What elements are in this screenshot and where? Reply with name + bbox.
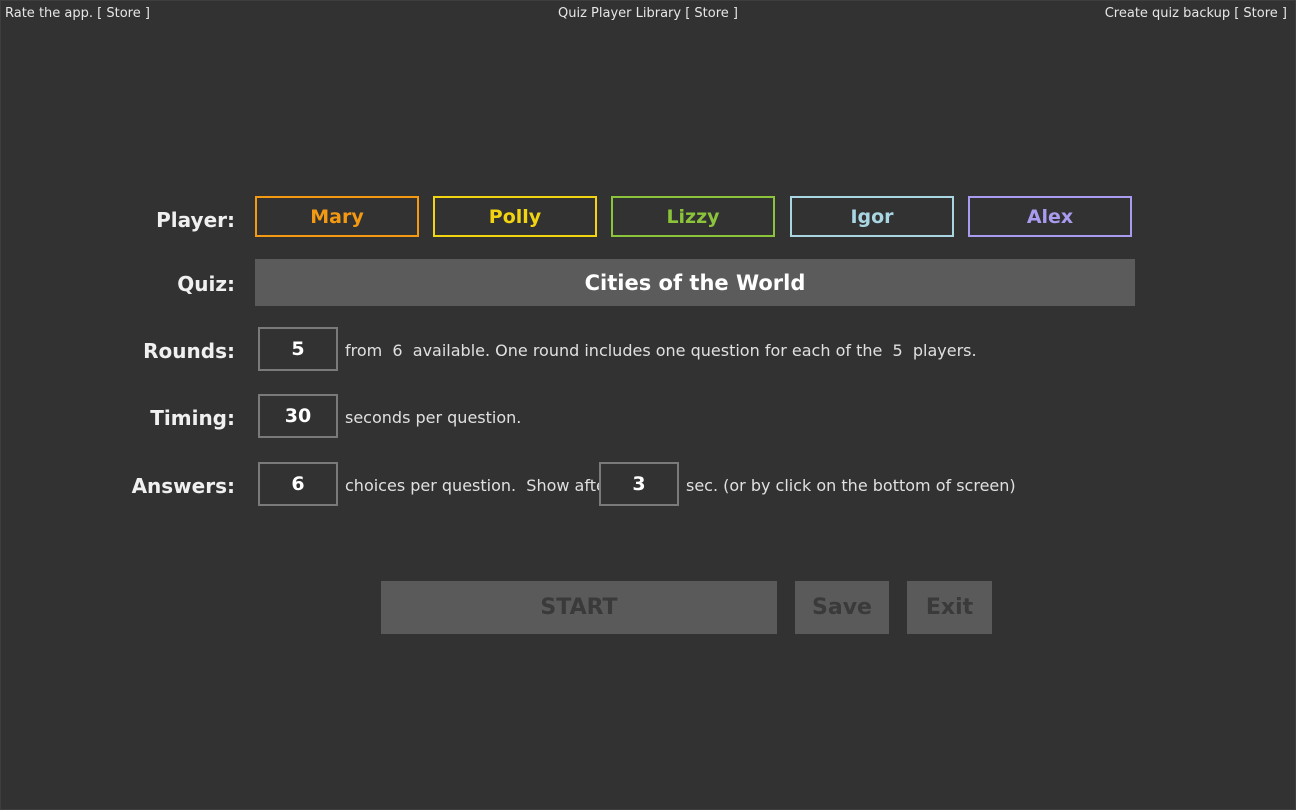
timing-input[interactable]: 30: [258, 394, 338, 438]
rounds-label: Rounds:: [143, 339, 235, 363]
player-button-polly[interactable]: Polly: [433, 196, 597, 237]
timing-description: seconds per question.: [345, 408, 522, 427]
library-link-container: Quiz Player Library [ Store ]: [1, 6, 1295, 21]
rounds-input[interactable]: 5: [258, 327, 338, 371]
rate-app-link[interactable]: Rate the app. [ Store ]: [5, 6, 150, 21]
start-button[interactable]: START: [381, 581, 777, 634]
quiz-label: Quiz:: [177, 272, 235, 296]
player-label: Player:: [156, 208, 235, 232]
quiz-setup-window: Rate the app. [ Store ] Quiz Player Libr…: [0, 0, 1296, 810]
player-button-igor[interactable]: Igor: [790, 196, 954, 237]
save-button[interactable]: Save: [795, 581, 889, 634]
quiz-library-link[interactable]: Quiz Player Library [ Store ]: [558, 6, 738, 21]
answers-input[interactable]: 6: [258, 462, 338, 506]
answers-description: choices per question. Show after: [345, 476, 613, 495]
timing-label: Timing:: [150, 406, 235, 430]
quiz-title: Cities of the World: [584, 270, 806, 295]
rounds-description: from 6 available. One round includes one…: [345, 341, 977, 360]
create-backup-link[interactable]: Create quiz backup [ Store ]: [1105, 6, 1287, 21]
player-button-mary[interactable]: Mary: [255, 196, 419, 237]
show-after-description: sec. (or by click on the bottom of scree…: [686, 476, 1016, 495]
player-button-lizzy[interactable]: Lizzy: [611, 196, 775, 237]
show-after-input[interactable]: 3: [599, 462, 679, 506]
exit-button[interactable]: Exit: [907, 581, 992, 634]
player-button-alex[interactable]: Alex: [968, 196, 1132, 237]
quiz-selector[interactable]: Cities of the World: [255, 259, 1135, 306]
answers-label: Answers:: [131, 474, 235, 498]
